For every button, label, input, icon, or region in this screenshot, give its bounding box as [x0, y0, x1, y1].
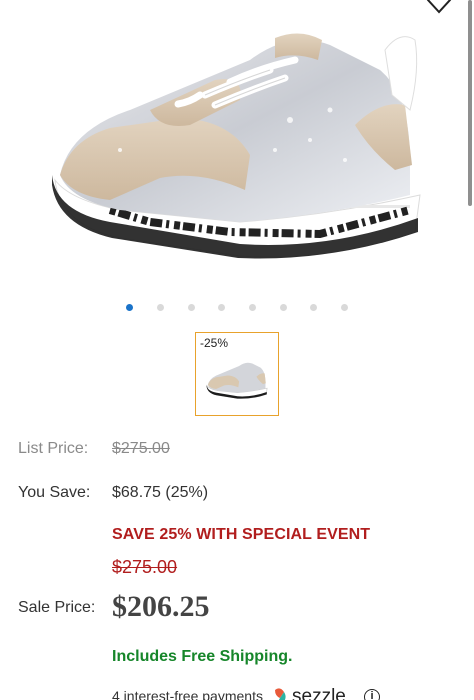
gallery-dots [0, 304, 474, 314]
gallery-dot[interactable] [188, 304, 195, 311]
gallery-dot[interactable] [157, 304, 164, 311]
free-shipping-text: Includes Free Shipping. [112, 648, 293, 665]
thumbnail-image [206, 362, 268, 399]
sezzle-wordmark: sezzle [292, 686, 346, 700]
sale-price-label: Sale Price: [18, 599, 96, 616]
installment-text: 4 interest-free payments [112, 688, 263, 700]
you-save-label: You Save: [18, 484, 91, 501]
list-price-label: List Price: [18, 440, 89, 457]
gallery-dot[interactable] [280, 304, 287, 311]
sezzle-logo[interactable]: sezzle [272, 686, 362, 700]
scrollbar[interactable] [468, 0, 472, 206]
gallery-dot[interactable] [341, 304, 348, 311]
event-original-price: $275.00 [112, 557, 178, 577]
gallery-dot[interactable] [310, 304, 317, 311]
list-price-value: $275.00 [112, 440, 170, 457]
gallery-dot[interactable] [126, 304, 133, 311]
sneaker-image [52, 33, 421, 259]
special-event-text: SAVE 25% WITH SPECIAL EVENT [112, 526, 371, 543]
info-icon[interactable]: i [364, 689, 380, 700]
product-image[interactable] [0, 0, 474, 290]
thumbnail[interactable]: -25% [195, 332, 279, 416]
gallery-dot[interactable] [218, 304, 225, 311]
heart-icon[interactable] [424, 0, 454, 14]
gallery-dot[interactable] [249, 304, 256, 311]
sale-price-value: $206.25 [112, 590, 210, 623]
you-save-value: $68.75 (25%) [112, 484, 209, 501]
